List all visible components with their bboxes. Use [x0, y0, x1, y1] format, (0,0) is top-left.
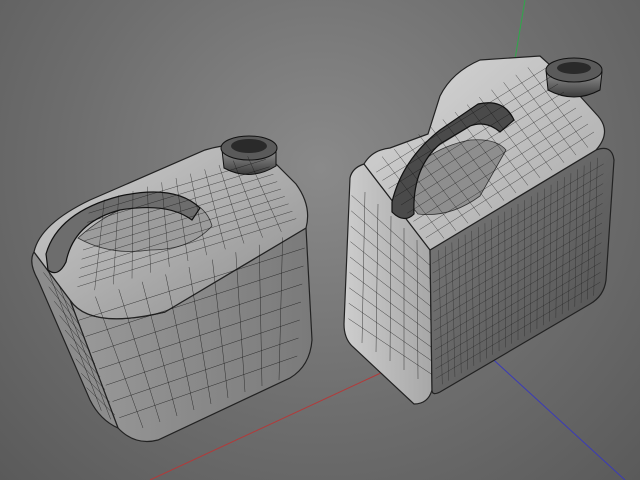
scene-canvas[interactable]: [0, 0, 640, 480]
jerrycan-right[interactable]: [343, 55, 615, 405]
jerrycan-left[interactable]: [31, 135, 313, 443]
z-axis-line: [484, 351, 626, 480]
3d-viewport[interactable]: [0, 0, 640, 480]
jerrycan-left-cap[interactable]: [220, 135, 278, 175]
jerrycan-right-cap[interactable]: [545, 57, 603, 98]
